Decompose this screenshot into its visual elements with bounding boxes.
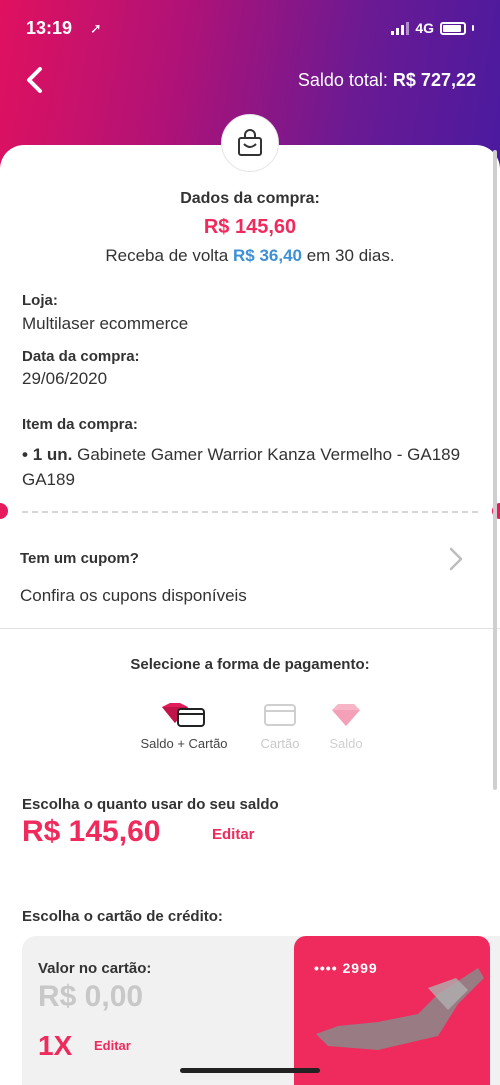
coupon-row[interactable]: Tem um cupom? Confira os cupons disponív… — [0, 540, 500, 630]
installments-value: 1X — [38, 1030, 73, 1061]
redacted-card-art — [316, 968, 484, 1050]
credit-card-icon — [264, 704, 296, 726]
coupon-subtitle: Confira os cupons disponíveis — [20, 586, 247, 605]
diamond-icon — [332, 704, 360, 726]
edit-balance-button[interactable]: Editar — [212, 826, 255, 843]
chevron-left-icon — [27, 67, 42, 93]
purchase-date-value: 29/06/2020 — [22, 369, 108, 388]
back-button[interactable] — [20, 64, 52, 96]
balance-card-icon — [162, 703, 205, 727]
status-bar: 13:19 ➚ 4G — [26, 18, 474, 44]
status-time: 13:19 — [26, 18, 73, 38]
payment-option-label: Cartão — [260, 736, 300, 751]
scrollbar[interactable] — [493, 150, 497, 790]
card-amount-value: R$ 0,00 — [38, 980, 144, 1013]
payment-title: Selecione a forma de pagamento: — [130, 656, 370, 673]
store-value: Multilaser ecommerce — [22, 314, 189, 333]
payment-option-saldo[interactable]: Saldo — [316, 700, 376, 751]
purchase-title: Dados da compra: — [180, 190, 320, 207]
card-amount-label: Valor no cartão: — [38, 960, 152, 977]
location-arrow-icon: ➚ — [90, 20, 102, 36]
balance-use-value: R$ 145,60 — [22, 815, 161, 848]
status-indicators: 4G — [391, 20, 474, 36]
credit-card-title: Escolha o cartão de crédito: — [22, 908, 223, 925]
home-indicator — [180, 1068, 320, 1073]
network-label: 4G — [415, 20, 434, 36]
total-balance: Saldo total: R$ 727,22 — [297, 70, 476, 90]
edit-installments-button[interactable]: Editar — [94, 1038, 131, 1053]
chevron-right-icon — [449, 547, 463, 571]
total-balance-value: R$ 727,22 — [392, 70, 476, 90]
store-label: Loja: — [22, 292, 58, 309]
item-description: Gabinete Gamer Warrior Kanza Vermelho - … — [22, 445, 461, 489]
credit-card-tile[interactable]: •••• 2999 — [294, 936, 490, 1085]
item-quantity: 1 un. — [32, 445, 73, 464]
shopping-bag-badge — [221, 114, 279, 172]
item-label: Item da compra: — [22, 416, 138, 433]
payment-option-cartao[interactable]: Cartão — [250, 700, 310, 751]
signal-icon — [391, 21, 410, 35]
payment-option-label: Saldo + Cartão — [140, 736, 228, 751]
battery-icon — [440, 21, 466, 35]
section-divider — [0, 628, 500, 629]
shopping-bag-icon — [238, 129, 262, 156]
balance-use-title: Escolha o quanto usar do seu saldo — [22, 796, 279, 813]
payment-option-label: Saldo — [329, 736, 363, 751]
purchase-date-label: Data da compra: — [22, 348, 140, 365]
cashback-value: R$ 36,40 — [232, 246, 302, 265]
purchase-value: R$ 145,60 — [203, 216, 297, 238]
payment-option-saldo-cartao[interactable]: Saldo + Cartão — [126, 700, 242, 751]
receipt-divider — [22, 511, 478, 513]
coupon-title: Tem um cupom? — [20, 550, 139, 567]
cashback-text: Receba de volta R$ 36,40 em 30 dias. — [105, 246, 395, 265]
item-line: • 1 un. Gabinete Gamer Warrior Kanza Ver… — [22, 445, 461, 489]
